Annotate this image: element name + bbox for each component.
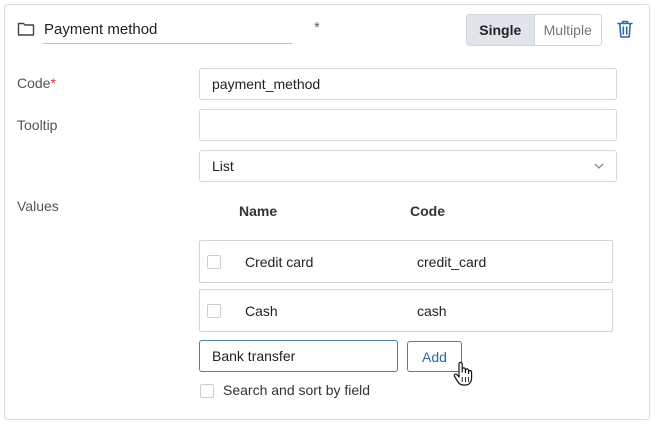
field-name-input[interactable]: [43, 15, 292, 44]
search-sort-label: Search and sort by field: [223, 382, 371, 398]
folder-icon: [17, 22, 35, 36]
row-name: Credit card: [245, 254, 314, 270]
row-checkbox[interactable]: [207, 255, 221, 269]
type-select-value: List: [212, 158, 234, 174]
mode-single-button[interactable]: Single: [467, 15, 535, 45]
mode-multiple-button[interactable]: Multiple: [534, 15, 601, 45]
type-select[interactable]: List: [199, 150, 617, 182]
search-sort-checkbox[interactable]: [200, 384, 214, 398]
code-input[interactable]: [199, 68, 617, 100]
hand-pointer-icon: [453, 361, 473, 386]
table-row: Credit card credit_card: [199, 240, 613, 283]
tooltip-label: Tooltip: [17, 117, 58, 133]
column-header-code: Code: [410, 203, 445, 219]
field-settings-panel: * Single Multiple Code* Tooltip List Val…: [4, 4, 650, 420]
table-row: Cash cash: [199, 289, 613, 332]
mode-toggle: Single Multiple: [466, 14, 602, 46]
required-asterisk: *: [314, 19, 320, 36]
row-checkbox[interactable]: [207, 304, 221, 318]
code-label: Code*: [17, 75, 56, 91]
values-label: Values: [17, 198, 59, 214]
chevron-down-icon: [594, 163, 604, 169]
row-code: cash: [417, 303, 447, 319]
column-header-name: Name: [239, 203, 278, 219]
new-value-input[interactable]: [199, 340, 398, 372]
row-name: Cash: [245, 303, 278, 319]
tooltip-input[interactable]: [199, 109, 617, 141]
row-code: credit_card: [417, 254, 487, 270]
trash-icon[interactable]: [616, 19, 634, 39]
code-required-mark: *: [50, 75, 56, 91]
